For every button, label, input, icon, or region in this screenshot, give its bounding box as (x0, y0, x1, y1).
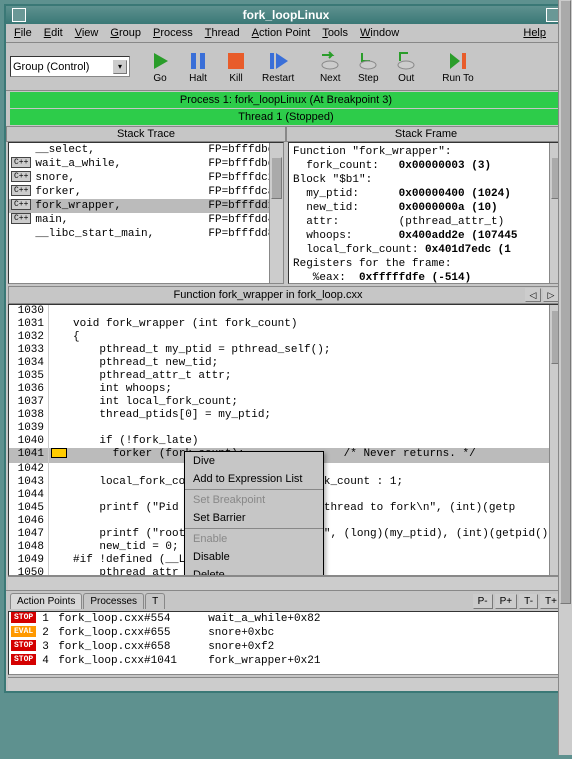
action-point-row[interactable]: STOP3fork_loop.cxx#658snore+0xf2 (9, 640, 563, 654)
stack-row[interactable]: C++forker, FP=bfffdca8 (9, 185, 283, 199)
ctx-enable: Enable (185, 530, 323, 548)
stack-row[interactable]: C++main, FP=bfffdd48 (9, 213, 283, 227)
menu-tools[interactable]: Tools (322, 27, 348, 39)
step-button[interactable]: Step (350, 47, 386, 86)
stack-row[interactable]: C++snore, FP=bfffdc28 (9, 171, 283, 185)
btn-p-[interactable]: P- (473, 594, 493, 609)
stack-frame-header: Stack Frame (286, 126, 566, 142)
menu-process[interactable]: Process (153, 27, 193, 39)
tab-processes[interactable]: Processes (83, 593, 144, 609)
stack-trace-pane[interactable]: C++__select, FP=bfffdbe8C++wait_a_while,… (8, 142, 284, 284)
out-button[interactable]: Out (388, 47, 424, 86)
h-scrollbar[interactable] (8, 576, 564, 590)
source-pane[interactable]: 10301031void fork_wrapper (int fork_coun… (8, 304, 564, 576)
menu-view[interactable]: View (75, 27, 99, 39)
tab-action-points[interactable]: Action Points (10, 593, 82, 609)
tab-t[interactable]: T (145, 593, 165, 609)
h-scrollbar[interactable] (8, 677, 564, 691)
source-line[interactable]: 1036 int whoops; (9, 383, 563, 396)
nav-back-button[interactable]: ◁ (525, 288, 541, 302)
stack-row[interactable]: C++__select, FP=bfffdbe8 (9, 143, 283, 157)
source-line[interactable]: 1030 (9, 305, 563, 318)
btn-p+[interactable]: P+ (495, 594, 518, 609)
menu-file[interactable]: File (14, 27, 32, 39)
source-line[interactable]: 1033 pthread_t my_ptid = pthread_self(); (9, 344, 563, 357)
ctx-dive[interactable]: Dive (185, 452, 323, 470)
next-button[interactable]: Next (312, 47, 348, 86)
menu-bar: File Edit View Group Process Thread Action Poi… (6, 24, 566, 43)
stack-row[interactable]: C++__libc_start_main, FP=bfffdd88 (9, 227, 283, 241)
action-point-row[interactable]: STOP4fork_loop.cxx#1041fork_wrapper+0x21 (9, 654, 563, 668)
group-combo[interactable]: Group (Control) ▾ (10, 56, 130, 77)
source-line[interactable]: 1031void fork_wrapper (int fork_count) (9, 318, 563, 331)
menu-thread[interactable]: Thread (205, 27, 240, 39)
menu-action-point[interactable]: Action Point (252, 27, 311, 39)
halt-button[interactable]: Halt (180, 47, 216, 86)
process-status: Process 1: fork_loopLinux (At Breakpoint… (10, 92, 562, 108)
window-menu-icon[interactable] (12, 8, 26, 22)
source-header: Function fork_wrapper in fork_loop.cxx ◁… (8, 286, 564, 304)
action-points-pane[interactable]: STOP1fork_loop.cxx#554wait_a_while+0x82E… (8, 611, 564, 675)
menu-help[interactable]: Help (523, 27, 546, 39)
scrollbar[interactable] (558, 611, 564, 675)
source-line[interactable]: 1032{ (9, 331, 563, 344)
source-line[interactable]: 1038 thread_ptids[0] = my_ptid; (9, 409, 563, 422)
stack-row[interactable]: C++fork_wrapper, FP=bfffdd18 (9, 199, 283, 213)
toolbar: Group (Control) ▾ Go Halt Kill Restart N… (6, 43, 566, 91)
ctx-set-breakpoint: Set Breakpoint (185, 491, 323, 509)
action-point-row[interactable]: STOP1fork_loop.cxx#554wait_a_while+0x82 (9, 612, 563, 626)
menu-window[interactable]: Window (360, 27, 399, 39)
runto-button[interactable]: Run To (436, 47, 480, 86)
thread-status: Thread 1 (Stopped) (10, 109, 562, 125)
nav-fwd-button[interactable]: ▷ (543, 288, 559, 302)
ctx-delete[interactable]: Delete (185, 566, 323, 576)
ctx-add-to-expression-list[interactable]: Add to Expression List (185, 470, 323, 488)
ctx-set-barrier[interactable]: Set Barrier (185, 509, 323, 527)
btn-t-[interactable]: T- (519, 594, 538, 609)
ctx-disable[interactable]: Disable (185, 548, 323, 566)
menu-group[interactable]: Group (110, 27, 141, 39)
bottom-tabs: Action PointsProcessesT P-P+T-T+ (6, 590, 566, 611)
action-point-row[interactable]: EVAL2fork_loop.cxx#655snore+0xbc (9, 626, 563, 640)
title-bar: fork_loopLinux (6, 6, 566, 24)
source-line[interactable]: 1039 (9, 422, 563, 435)
pc-arrow-icon (51, 448, 67, 458)
source-line[interactable]: 1034 pthread_t new_tid; (9, 357, 563, 370)
source-line[interactable]: 1035 pthread_attr_t attr; (9, 370, 563, 383)
scrollbar[interactable] (269, 143, 283, 283)
kill-button[interactable]: Kill (218, 47, 254, 86)
source-line[interactable]: 1037 int local_fork_count; (9, 396, 563, 409)
source-line[interactable]: 1040 if (!fork_late) (9, 435, 563, 448)
go-button[interactable]: Go (142, 47, 178, 86)
stack-trace-header: Stack Trace (6, 126, 286, 142)
window-title: fork_loopLinux (26, 8, 546, 22)
stack-row[interactable]: C++wait_a_while, FP=bfffdbe8 (9, 157, 283, 171)
menu-edit[interactable]: Edit (44, 27, 63, 39)
stack-frame-pane[interactable]: Function "fork_wrapper": fork_count: 0x0… (288, 142, 564, 284)
restart-button[interactable]: Restart (256, 47, 300, 86)
context-menu[interactable]: DiveAdd to Expression List Set Breakpoint… (184, 451, 324, 576)
chevron-down-icon[interactable]: ▾ (113, 60, 127, 74)
